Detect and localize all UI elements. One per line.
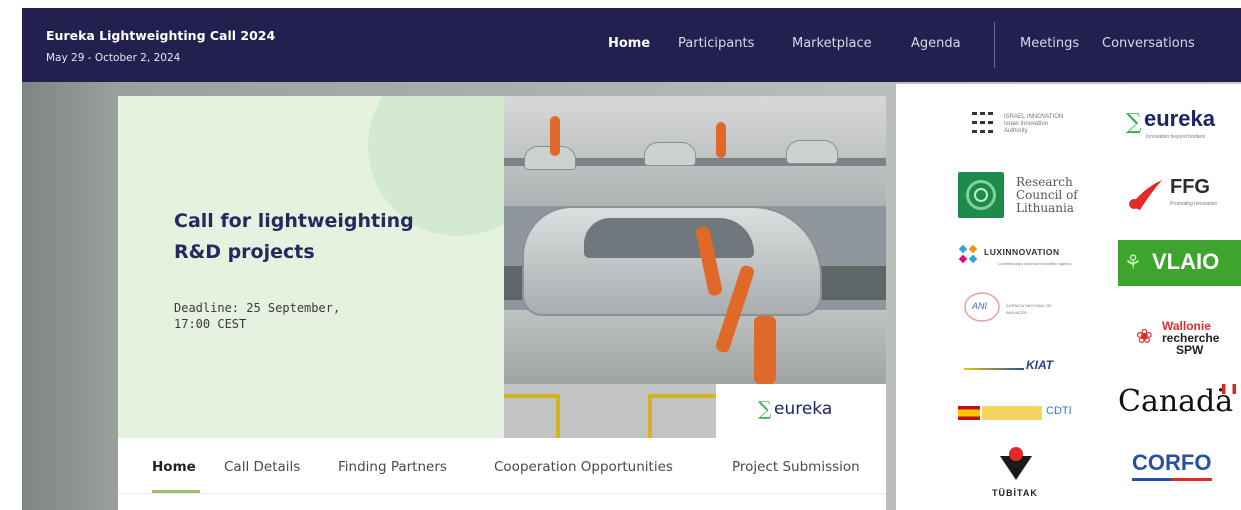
canada-flag-icon	[1222, 384, 1236, 394]
vlaio-logo[interactable]: ⚘ VLAIO	[1118, 240, 1241, 286]
nav-conversations[interactable]: Conversations	[1102, 36, 1195, 51]
ani-text: ANI	[972, 301, 988, 311]
partner-logos-panel: ISRAEL INNOVATION Israel Innovation Auth…	[896, 84, 1241, 510]
floor-marking	[556, 394, 560, 438]
research-council-lithuania-logo[interactable]: Research Council of Lithuania	[958, 172, 1098, 224]
luxinnovation-text: LUXINNOVATION	[984, 247, 1060, 257]
rcl-emblem-icon	[958, 172, 1004, 218]
kiat-text: KIAT	[1026, 358, 1054, 372]
deadline-text: Deadline: 25 September, 17:00 CEST	[174, 300, 434, 332]
eureka-partner-text: eureka	[1144, 106, 1215, 131]
corfo-underline-red	[1172, 478, 1212, 481]
corfo-underline-blue	[1132, 478, 1172, 481]
ani-tagline: AGÊNCIA NACIONAL DE INOVAÇÃO	[1006, 303, 1052, 315]
tab-project-submission[interactable]: Project Submission	[732, 459, 860, 475]
robot-base	[754, 316, 776, 384]
hero-factory-image	[504, 96, 886, 384]
hero-title: Call for lightweighting R&D projects	[174, 206, 494, 268]
vlaio-lion-icon: ⚘	[1124, 252, 1142, 274]
corfo-text: CORFO	[1132, 450, 1212, 475]
eureka-partner-logo[interactable]: ∑ eureka Innovation beyond borders	[1126, 104, 1236, 144]
tab-finding-partners[interactable]: Finding Partners	[338, 459, 447, 475]
israel-innovation-line-1: ISRAEL INNOVATION	[1004, 114, 1064, 120]
spain-ministry-banner	[982, 406, 1042, 420]
tubitak-logo[interactable]: TÜBİTAK	[986, 444, 1046, 506]
vlaio-text: VLAIO	[1152, 249, 1220, 274]
hero-text-panel: Call for lightweighting R&D projects Dea…	[118, 96, 504, 438]
luxinnovation-logo[interactable]: LUXINNOVATION Luxembourg's national inno…	[958, 244, 1108, 268]
eureka-sigma-icon: ∑	[1126, 110, 1142, 135]
ffg-swoosh-icon	[1129, 180, 1162, 210]
spain-cdti-logo[interactable]: CDTI	[958, 402, 1078, 428]
tubitak-text: TÜBİTAK	[992, 488, 1038, 498]
hero-title-line-1: Call for lightweighting	[174, 210, 414, 232]
ffg-tagline: Promoting Innovation	[1170, 201, 1218, 207]
rcl-line-3: Lithuania	[1016, 201, 1074, 215]
floor-marking	[648, 394, 716, 398]
eureka-hero-logo: ∑ eureka	[716, 384, 886, 438]
spain-flag-icon	[958, 406, 980, 420]
hero-factory-floor	[504, 384, 716, 438]
ani-logo[interactable]: ANI AGÊNCIA NACIONAL DE INOVAÇÃO	[962, 290, 1082, 326]
hero-title-line-2: R&D projects	[174, 241, 315, 263]
israel-innovation-line-3: Authority	[1004, 128, 1028, 134]
nav-divider	[994, 22, 995, 68]
eureka-sigma-icon: ∑	[758, 398, 772, 420]
ffg-logo[interactable]: FFG Promoting Innovation	[1126, 172, 1236, 216]
israel-innovation-line-2: Israel Innovation	[1004, 121, 1049, 127]
factory-floor	[504, 310, 886, 384]
nav-marketplace[interactable]: Marketplace	[792, 36, 872, 51]
wallonie-recherche-logo[interactable]: ❀ Wallonie recherche SPW	[1136, 320, 1236, 370]
israel-innovation-icon	[972, 112, 993, 133]
luxinnovation-icon	[958, 244, 978, 264]
eureka-logo-text: eureka	[774, 399, 833, 419]
canada-wordmark[interactable]: Canadä	[1116, 382, 1241, 426]
nav-meetings[interactable]: Meetings	[1020, 36, 1079, 51]
nav-home[interactable]: Home	[608, 36, 650, 51]
corfo-logo[interactable]: CORFO	[1132, 450, 1222, 484]
floor-marking	[504, 394, 560, 398]
car-window-opening	[584, 218, 754, 258]
tab-call-details[interactable]: Call Details	[224, 459, 300, 475]
factory-car-background	[786, 140, 838, 164]
canada-text: Canadä	[1118, 384, 1234, 419]
cdti-text: CDTI	[1046, 405, 1072, 417]
floor-marking	[648, 394, 652, 438]
tubitak-emblem-icon	[1000, 447, 1032, 480]
deadline-line-1: Deadline: 25 September,	[174, 301, 341, 315]
wallonie-line-3: SPW	[1176, 343, 1204, 357]
tab-divider	[118, 493, 886, 494]
tab-home[interactable]: Home	[152, 459, 196, 475]
robot-arm	[716, 122, 726, 158]
top-navigation: Home Participants Marketplace Agenda Mee…	[22, 22, 1241, 85]
deadline-line-2: 17:00 CEST	[174, 317, 247, 331]
factory-car-background	[644, 142, 696, 166]
tab-cooperation-opportunities[interactable]: Cooperation Opportunities	[494, 459, 673, 475]
nav-agenda[interactable]: Agenda	[911, 36, 961, 51]
robot-arm	[550, 116, 560, 156]
wallonie-rooster-icon: ❀	[1136, 326, 1153, 348]
call-card: Call for lightweighting R&D projects Dea…	[118, 96, 886, 510]
eureka-partner-tagline: Innovation beyond borders	[1146, 134, 1206, 140]
luxinnovation-tagline: Luxembourg's national innovation agency	[998, 261, 1072, 266]
top-header: Eureka Lightweighting Call 2024 May 29 -…	[22, 8, 1241, 85]
nav-participants[interactable]: Participants	[678, 36, 754, 51]
ffg-text: FFG	[1170, 176, 1210, 198]
kiat-stripe	[964, 368, 1024, 370]
israel-innovation-logo[interactable]: ISRAEL INNOVATION Israel Innovation Auth…	[970, 108, 1080, 144]
card-navigation: Home Call Details Finding Partners Coope…	[118, 438, 886, 510]
kiat-logo[interactable]: KIAT	[964, 358, 1074, 378]
